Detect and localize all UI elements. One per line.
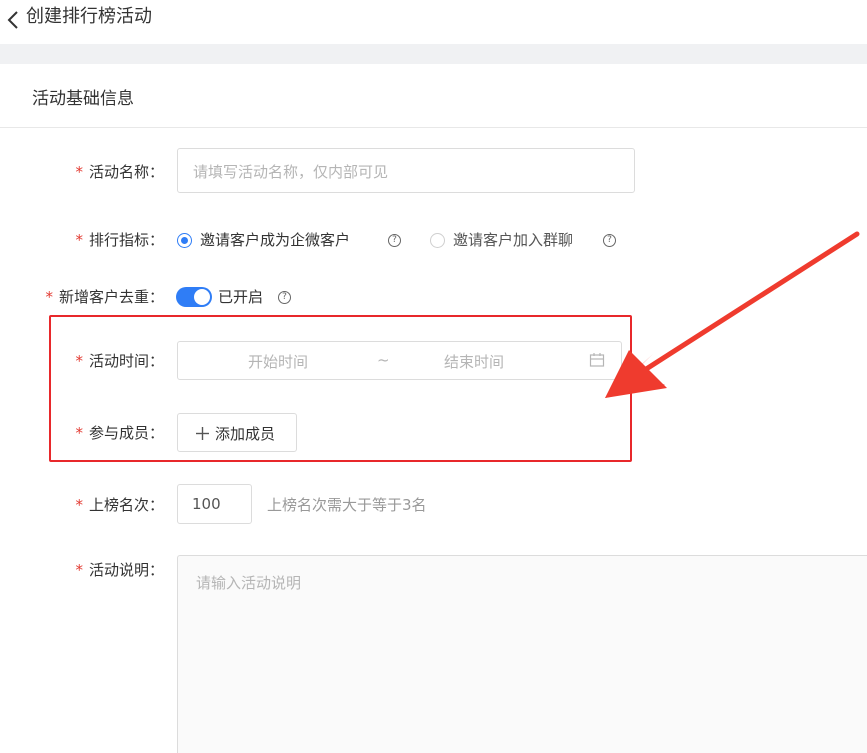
add-member-label: 添加成员 [215, 425, 276, 443]
required-mark: * [75, 163, 83, 181]
rank-limit-input[interactable]: 100 [177, 484, 252, 524]
members-label: * 参与成员： [75, 424, 164, 442]
ranking-metric-label: * 排行指标： [75, 231, 164, 249]
metric-option-join-group-label[interactable]: 邀请客户加入群聊 [453, 230, 573, 250]
required-mark: * [75, 561, 83, 579]
plus-icon [196, 427, 209, 440]
metric-radio-wecom-customer[interactable] [177, 233, 192, 248]
header-divider-band [0, 44, 867, 64]
add-member-button[interactable]: 添加成员 [177, 413, 297, 452]
description-placeholder: 请输入活动说明 [196, 574, 302, 592]
rank-limit-label: * 上榜名次： [75, 496, 164, 514]
rank-limit-hint: 上榜名次需大于等于3名 [267, 496, 427, 514]
required-mark: * [75, 424, 83, 442]
activity-time-label: * 活动时间： [75, 352, 164, 370]
required-mark: * [75, 352, 83, 370]
rank-limit-value: 100 [192, 495, 221, 513]
start-time-placeholder: 开始时间 [248, 353, 309, 371]
annotation-arrow [605, 231, 860, 398]
metric-radio-join-group[interactable] [430, 233, 445, 248]
section-divider [0, 127, 867, 128]
page-title: 创建排行榜活动 [26, 6, 152, 27]
date-range-separator: ~ [377, 351, 390, 369]
description-label: * 活动说明： [75, 561, 164, 579]
required-mark: * [75, 496, 83, 514]
end-time-placeholder: 结束时间 [444, 353, 505, 371]
back-icon[interactable] [4, 9, 24, 31]
toggle-knob [194, 289, 210, 305]
section-title: 活动基础信息 [32, 89, 134, 109]
activity-name-label: * 活动名称： [75, 163, 164, 181]
description-textarea[interactable]: 请输入活动说明 [177, 555, 867, 753]
activity-name-input[interactable]: 请填写活动名称，仅内部可见 [177, 148, 635, 193]
activity-name-placeholder: 请填写活动名称，仅内部可见 [193, 163, 389, 181]
dedupe-toggle[interactable] [176, 287, 212, 307]
dedupe-status: 已开启 [218, 288, 264, 306]
metric-option-wecom-customer-label[interactable]: 邀请客户成为企微客户 [200, 230, 350, 250]
required-mark: * [75, 231, 83, 249]
required-mark: * [45, 288, 53, 306]
dedupe-label: * 新增客户去重： [45, 288, 164, 306]
date-range-picker[interactable]: 开始时间 ~ 结束时间 [177, 341, 622, 380]
help-icon[interactable]: ? [278, 291, 291, 304]
help-icon[interactable]: ? [388, 234, 401, 247]
